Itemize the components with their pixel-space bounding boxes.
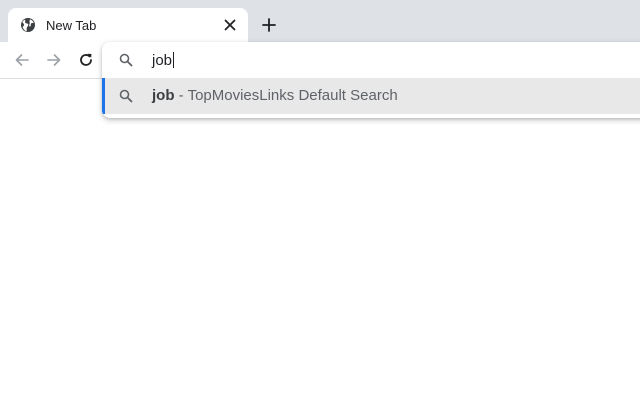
suggestion-description: TopMoviesLinks Default Search bbox=[187, 87, 398, 104]
omnibox-text: job bbox=[152, 51, 173, 69]
suggestion-separator: - bbox=[174, 87, 188, 104]
new-tab-button[interactable] bbox=[256, 12, 282, 38]
forward-button[interactable] bbox=[40, 46, 68, 74]
omnibox-dropdown: job job - TopMoviesLinks Default Search bbox=[102, 42, 640, 118]
text-caret bbox=[173, 52, 175, 68]
omnibox[interactable]: job bbox=[102, 42, 640, 78]
reload-icon bbox=[78, 52, 94, 68]
tab-strip: New Tab bbox=[0, 0, 640, 42]
selection-indicator bbox=[102, 78, 105, 114]
tab-new-tab[interactable]: New Tab bbox=[8, 8, 248, 42]
back-button[interactable] bbox=[8, 46, 36, 74]
search-icon bbox=[118, 88, 134, 104]
suggestion-item[interactable]: job - TopMoviesLinks Default Search bbox=[102, 78, 640, 114]
close-icon[interactable] bbox=[220, 15, 240, 35]
suggestion-text: job - TopMoviesLinks Default Search bbox=[152, 87, 398, 104]
suggestion-query: job bbox=[152, 87, 175, 104]
forward-arrow-icon bbox=[46, 52, 62, 68]
search-icon bbox=[118, 52, 134, 68]
plus-icon bbox=[262, 18, 276, 32]
globe-icon bbox=[20, 17, 36, 33]
omnibox-input[interactable]: job bbox=[152, 50, 175, 70]
back-arrow-icon bbox=[14, 52, 30, 68]
tab-title: New Tab bbox=[46, 17, 97, 33]
reload-button[interactable] bbox=[72, 46, 100, 74]
